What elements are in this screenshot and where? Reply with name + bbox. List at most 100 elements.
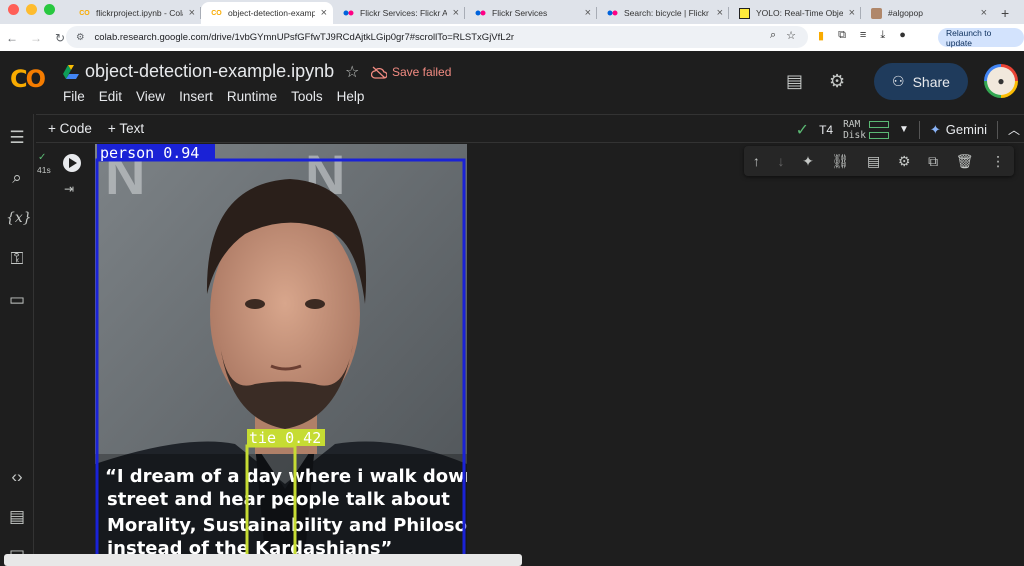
runtime-type[interactable]: T4 [819, 123, 833, 137]
cell-gutter: ✓ 41s ⇥ [35, 144, 89, 554]
menu-file[interactable]: File [63, 89, 85, 104]
execution-duration: 41s [37, 165, 51, 175]
quote-line: “I dream of a day where i walk down the [105, 466, 467, 487]
variables-icon[interactable]: {x} [6, 207, 32, 229]
colab-favicon-icon: CO [211, 9, 222, 17]
extensions-puzzle-icon[interactable]: ⧉ [838, 29, 846, 42]
close-tab-icon[interactable]: × [321, 7, 327, 19]
gemini-sparkle-icon[interactable]: ✦ [802, 153, 814, 170]
photo-render: N N “I dream of a day where i walk down … [95, 144, 467, 554]
close-tab-icon[interactable]: × [585, 7, 591, 19]
mirror-cell-icon[interactable]: ⧉ [928, 153, 938, 170]
add-code-cell-button[interactable]: + Code [48, 121, 92, 136]
comments-icon[interactable]: ▤ [786, 71, 803, 92]
gemini-sparkle-icon: ✦ [929, 121, 941, 137]
more-options-icon[interactable]: ⋮ [991, 153, 1005, 170]
download-icon[interactable]: ⤓ [880, 29, 885, 42]
bookmark-star-icon[interactable]: ☆ [786, 29, 796, 42]
flickr-favicon-icon [475, 8, 486, 19]
runtime-dropdown-icon[interactable]: ▼ [899, 124, 909, 135]
resource-monitor[interactable]: RAM Disk [843, 119, 889, 141]
command-palette-icon[interactable]: ▤ [6, 506, 28, 528]
yolo-favicon-icon [739, 7, 750, 19]
colab-favicon-icon: CO [79, 9, 90, 17]
delete-trash-icon[interactable]: 🗑 [956, 153, 974, 170]
browser-tab[interactable]: YOLO: Real-Time Object × [729, 2, 861, 24]
move-cell-up-icon[interactable]: ↑ [753, 153, 760, 169]
url-field[interactable]: ⚙ colab.research.google.com/drive/1vbGYm… [66, 26, 808, 48]
link-icon[interactable]: ⛓ [832, 153, 850, 170]
move-cell-down-icon[interactable]: ↓ [777, 153, 784, 169]
avatar[interactable]: ● [984, 64, 1018, 98]
detection-output-image: N N “I dream of a day where i walk down … [95, 144, 467, 554]
secrets-key-icon[interactable]: ⚿ [6, 248, 28, 270]
run-cell-button[interactable] [63, 154, 81, 172]
minimize-window-button[interactable] [26, 3, 37, 15]
reading-list-icon[interactable]: ≡ [860, 29, 866, 42]
google-drive-icon[interactable] [63, 65, 79, 79]
cell-settings-gear-icon[interactable]: ⚙ [898, 153, 911, 170]
browser-tab-active[interactable]: CO object-detection-examp × [201, 2, 333, 24]
flickr-favicon-icon [343, 8, 354, 19]
menu-view[interactable]: View [136, 89, 165, 104]
colab-logo[interactable]: CO [10, 65, 46, 93]
menu-edit[interactable]: Edit [99, 89, 122, 104]
star-icon[interactable]: ☆ [345, 62, 359, 82]
tie-label: tie 0.42 [249, 429, 321, 447]
gemini-button[interactable]: ✦ Gemini [930, 122, 987, 138]
extension-icon[interactable]: ▮ [818, 29, 824, 42]
browser-tab[interactable]: #algopop × [861, 2, 993, 24]
new-tab-button[interactable]: + [993, 5, 1017, 24]
collapse-header-icon[interactable]: ︿ [1008, 121, 1024, 138]
forward-arrow-icon[interactable]: → [24, 31, 48, 45]
close-tab-icon[interactable]: × [849, 7, 855, 19]
profile-icon[interactable]: ● [899, 29, 906, 42]
output-actions-icon[interactable]: ⇥ [64, 182, 74, 196]
eye-shape [305, 299, 325, 309]
code-snippets-icon[interactable]: ‹› [6, 466, 28, 488]
connected-check-icon: ✓ [795, 121, 810, 139]
address-bar-row: ← → ↻ ⚙ colab.research.google.com/drive/… [0, 24, 1024, 51]
quote-line: instead of the Kardashians” [107, 538, 392, 554]
close-tab-icon[interactable]: × [189, 7, 195, 19]
execution-done-icon: ✓ [38, 152, 47, 163]
back-arrow-icon[interactable]: ← [0, 31, 24, 45]
left-sidebar: ☰ ⌕ {x} ⚿ ▭ ‹› ▤ ▭ [0, 114, 34, 566]
menu-help[interactable]: Help [337, 89, 365, 104]
files-folder-icon[interactable]: ▭ [6, 289, 28, 311]
window-controls [0, 0, 69, 24]
quote-line: street and hear people talk about [107, 489, 450, 510]
menu-insert[interactable]: Insert [179, 89, 213, 104]
browser-tab[interactable]: Flickr Services × [465, 2, 597, 24]
close-tab-icon[interactable]: × [981, 7, 987, 19]
close-tab-icon[interactable]: × [717, 7, 723, 19]
browser-tab[interactable]: Search: bicycle | Flickr × [597, 2, 729, 24]
browser-tab-strip: CO flickrproject.ipynb - Cola × CO objec… [0, 0, 1024, 24]
notebook-title[interactable]: object-detection-example.ipynb [85, 61, 334, 82]
save-status[interactable]: Save failed [371, 65, 451, 79]
ram-bar [868, 120, 889, 128]
close-tab-icon[interactable]: × [453, 7, 459, 19]
zoom-window-button[interactable] [44, 3, 55, 15]
settings-gear-icon[interactable]: ⚙ [829, 71, 845, 92]
relaunch-button[interactable]: Relaunch to update [938, 28, 1024, 48]
algopop-favicon-icon [871, 7, 882, 19]
add-text-cell-button[interactable]: + Text [108, 121, 144, 136]
notebook-toolbar: + Code + Text ✓ T4 RAM Disk ▼ ✦ Gemini ︿ [36, 114, 1024, 143]
quote-line: Morality, Sustainability and Philosophy [107, 515, 467, 536]
search-icon[interactable]: ⌕ [6, 167, 28, 189]
menu-tools[interactable]: Tools [291, 89, 323, 104]
table-of-contents-icon[interactable]: ☰ [6, 127, 28, 149]
person-label: person 0.94 [100, 144, 199, 162]
menu-runtime[interactable]: Runtime [227, 89, 277, 104]
share-button[interactable]: ⚇ Share [874, 63, 968, 100]
site-info-icon[interactable]: ⚙ [76, 32, 85, 43]
comment-icon[interactable]: ▤ [867, 153, 880, 170]
close-window-button[interactable] [8, 3, 19, 15]
browser-tab[interactable]: CO flickrproject.ipynb - Cola × [69, 2, 201, 24]
disk-bar [868, 131, 889, 139]
horizontal-scrollbar[interactable] [4, 554, 522, 566]
zoom-icon[interactable]: ⌕ [770, 29, 776, 42]
browser-tab[interactable]: Flickr Services: Flickr AP × [333, 2, 465, 24]
cloud-off-icon [371, 66, 387, 79]
